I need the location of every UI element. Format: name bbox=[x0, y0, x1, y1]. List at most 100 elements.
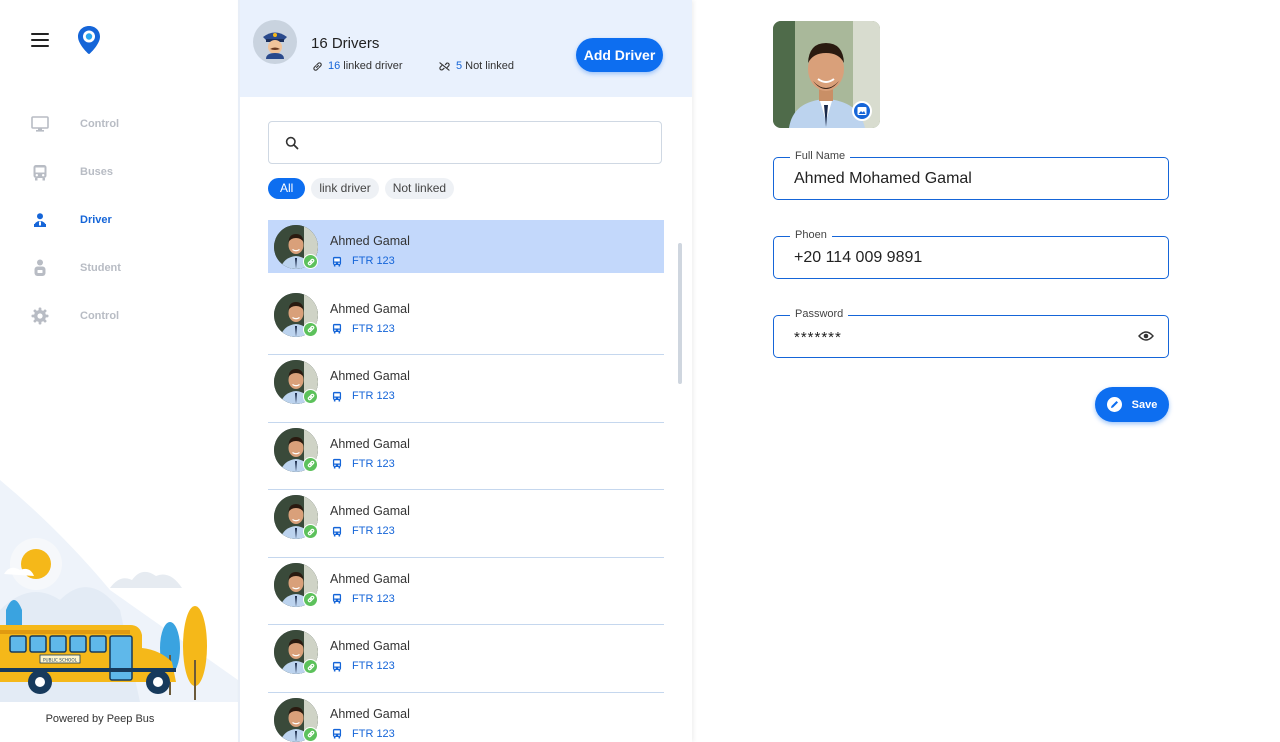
sidebar-item-label: Control bbox=[80, 118, 120, 130]
driver-name: Ahmed Gamal bbox=[330, 369, 410, 383]
hamburger-menu-icon[interactable] bbox=[31, 33, 49, 47]
bus-icon bbox=[332, 593, 342, 604]
driver-list-item[interactable]: Ahmed Gamal FTR 123 bbox=[268, 220, 664, 273]
sidebar-item-control-settings[interactable]: Control bbox=[0, 292, 238, 340]
sidebar-item-label: Driver bbox=[80, 214, 112, 226]
drivers-count-title: 16 Drivers bbox=[311, 35, 380, 52]
bus-icon bbox=[332, 391, 342, 401]
save-button[interactable]: Save bbox=[1095, 387, 1169, 422]
filter-chip-not-linked[interactable]: Not linked bbox=[384, 178, 455, 199]
driver-bus-code: FTR 123 bbox=[352, 525, 395, 537]
student-icon bbox=[30, 258, 50, 278]
not-linked-drivers-stat: 5 Not linked bbox=[438, 60, 514, 72]
driver-list-item[interactable]: Ahmed Gamal FTR 123 bbox=[268, 625, 664, 693]
full-name-field[interactable]: Full Name Ahmed Mohamed Gamal bbox=[773, 150, 1169, 200]
search-field[interactable] bbox=[268, 121, 662, 164]
sidebar-item-student[interactable]: Student bbox=[0, 244, 238, 292]
bus-icon bbox=[332, 728, 342, 739]
driver-bus: FTR 123 bbox=[332, 255, 395, 267]
search-input[interactable] bbox=[311, 132, 651, 154]
link-icon bbox=[313, 61, 322, 71]
driver-name: Ahmed Gamal bbox=[330, 706, 410, 721]
full-name-value[interactable]: Ahmed Mohamed Gamal bbox=[794, 170, 972, 188]
list-scrollbar[interactable] bbox=[678, 243, 682, 384]
driver-name: Ahmed Gamal bbox=[330, 301, 410, 316]
driver-list-item[interactable]: Ahmed Gamal FTR 123 bbox=[268, 490, 664, 558]
driver-list-item[interactable]: Ahmed Gamal FTR 123 bbox=[268, 288, 664, 355]
driver-bus-code: FTR 123 bbox=[352, 592, 395, 605]
not-linked-label: Not linked bbox=[465, 60, 515, 72]
drivers-list-panel: 16 Drivers 16 linked driver 5 Not linked… bbox=[238, 0, 692, 742]
link-badge-icon bbox=[303, 456, 318, 472]
bus-icon bbox=[332, 458, 342, 469]
link-badge-icon bbox=[303, 389, 318, 404]
logo-pin-icon bbox=[78, 26, 100, 54]
driver-name: Ahmed Gamal bbox=[330, 436, 410, 451]
link-badge-icon bbox=[303, 591, 318, 607]
sidebar-item-driver[interactable]: Driver bbox=[0, 196, 238, 244]
driver-bus: FTR 123 bbox=[332, 458, 395, 470]
driver-list-item[interactable]: Ahmed Gamal FTR 123 bbox=[268, 558, 664, 625]
driver-list: Ahmed Gamal FTR 123 Ahmed Gamal FTR 123 Ahme… bbox=[268, 220, 664, 742]
driver-bus: FTR 123 bbox=[332, 525, 395, 537]
link-badge-icon bbox=[303, 659, 318, 674]
bus-icon bbox=[30, 162, 50, 182]
phone-label: Phoen bbox=[790, 229, 832, 241]
unlink-icon bbox=[439, 61, 450, 71]
change-photo-button[interactable] bbox=[852, 101, 872, 121]
drivers-header: 16 Drivers 16 linked driver 5 Not linked… bbox=[240, 0, 692, 97]
password-label: Password bbox=[790, 308, 849, 320]
driver-bus: FTR 123 bbox=[332, 660, 395, 672]
driver-bus: FTR 123 bbox=[332, 323, 395, 335]
driver-bus-code: FTR 123 bbox=[352, 390, 395, 402]
filter-chips: All link driver Not linked bbox=[268, 178, 460, 199]
not-linked-count: 5 bbox=[456, 60, 463, 72]
powered-by-text: Powered by Peep Bus bbox=[45, 713, 155, 725]
driver-bus-code: FTR 123 bbox=[352, 660, 395, 672]
phone-value[interactable]: +20 114 009 9891 bbox=[794, 249, 922, 267]
driver-bus-code: FTR 123 bbox=[352, 727, 395, 740]
sidebar-item-label: Student bbox=[80, 262, 121, 274]
sidebar-nav: Control Buses Driver Student Control bbox=[0, 100, 238, 340]
bus-icon bbox=[332, 661, 342, 671]
bus-icon bbox=[332, 526, 342, 536]
add-driver-button[interactable]: Add Driver bbox=[576, 38, 663, 72]
filter-chip-linked[interactable]: link driver bbox=[311, 178, 379, 199]
filter-chip-all[interactable]: All bbox=[268, 178, 306, 199]
password-value[interactable]: ******* bbox=[794, 329, 842, 346]
full-name-label: Full Name bbox=[790, 150, 851, 162]
driver-cap-avatar bbox=[253, 20, 297, 64]
bus-sign-text: PUBLIC SCHOOL bbox=[43, 658, 78, 663]
eye-icon[interactable] bbox=[1138, 330, 1154, 342]
link-badge-icon bbox=[303, 254, 318, 269]
driver-name: Ahmed Gamal bbox=[330, 571, 410, 586]
phone-field[interactable]: Phoen +20 114 009 9891 bbox=[773, 229, 1169, 279]
school-bus-illustration: PUBLIC SCHOOL bbox=[0, 480, 238, 702]
sidebar-item-buses[interactable]: Buses bbox=[0, 148, 238, 196]
driver-list-item[interactable]: Ahmed Gamal FTR 123 bbox=[268, 693, 664, 742]
driver-name: Ahmed Gamal bbox=[330, 639, 410, 653]
driver-name: Ahmed Gamal bbox=[330, 234, 410, 248]
password-field[interactable]: Password ******* bbox=[773, 308, 1169, 358]
save-label: Save bbox=[1131, 398, 1158, 411]
search-icon bbox=[285, 136, 299, 150]
link-badge-icon bbox=[303, 524, 318, 539]
sidebar-item-label: Buses bbox=[80, 166, 114, 178]
sidebar-item-control[interactable]: Control bbox=[0, 100, 238, 148]
monitor-icon bbox=[30, 114, 50, 134]
driver-bus: FTR 123 bbox=[332, 593, 395, 605]
bus-icon bbox=[332, 323, 342, 334]
bus-icon bbox=[332, 256, 342, 266]
driver-bus-code: FTR 123 bbox=[352, 322, 395, 335]
sidebar-item-label: Control bbox=[80, 310, 120, 322]
driver-bus: FTR 123 bbox=[332, 728, 395, 740]
driver-list-item[interactable]: Ahmed Gamal FTR 123 bbox=[268, 423, 664, 490]
linked-drivers-stat: 16 linked driver bbox=[312, 60, 403, 72]
gear-icon bbox=[30, 306, 50, 326]
image-edit-icon bbox=[857, 107, 867, 115]
linked-label: linked driver bbox=[343, 60, 403, 72]
driver-bus-code: FTR 123 bbox=[352, 457, 395, 470]
driver-list-item[interactable]: Ahmed Gamal FTR 123 bbox=[268, 355, 664, 423]
driver-bus: FTR 123 bbox=[332, 390, 395, 402]
link-badge-icon bbox=[303, 726, 318, 742]
